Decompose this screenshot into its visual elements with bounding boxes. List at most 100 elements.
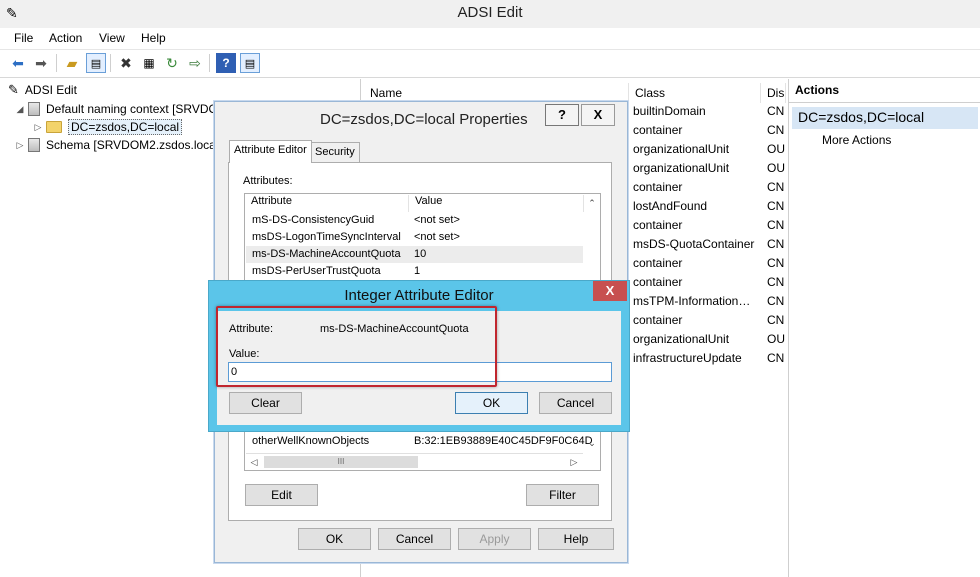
back-icon[interactable]: ⬅ — [8, 53, 28, 73]
dis-cell[interactable]: CN — [767, 218, 784, 232]
attributes-label: Attributes: — [243, 175, 293, 187]
editor-title: Integer Attribute Editor — [344, 287, 494, 304]
export-icon[interactable]: ⇨ — [185, 53, 205, 73]
class-cell[interactable]: organizationalUnit — [633, 161, 729, 175]
filter-button[interactable]: Filter — [526, 484, 599, 506]
toolbar-separator — [209, 54, 210, 72]
show-hide-action-icon[interactable]: ▤ — [240, 53, 260, 73]
dis-cell[interactable]: CN — [767, 199, 784, 213]
attribute-cell: ms-DS-MachineAccountQuota — [252, 248, 401, 260]
attribute-cell: msDS-LogonTimeSyncInterval — [252, 231, 401, 243]
dis-cell[interactable]: CN — [767, 123, 784, 137]
help-icon[interactable]: ? — [216, 53, 236, 73]
actions-selected-object[interactable]: DC=zsdos,DC=local — [792, 107, 978, 129]
actions-pane: Actions DC=zsdos,DC=local More Actions — [788, 79, 980, 577]
table-row[interactable]: msDS-PerUserTrustQuota 1 — [246, 263, 583, 280]
attribute-cell: msDS-PerUserTrustQuota — [252, 265, 381, 277]
class-cell[interactable]: msTPM-Information… — [633, 294, 750, 308]
properties-icon[interactable]: ▦ — [139, 53, 159, 73]
table-row[interactable]: msDS-LogonTimeSyncInterval <not set> — [246, 229, 583, 246]
tree-item-dc-zsdos[interactable]: ▷ DC=zsdos,DC=local — [33, 118, 183, 136]
folder-icon — [46, 121, 62, 133]
dis-cell[interactable]: CN — [767, 180, 784, 194]
properties-title: DC=zsdos,DC=local Properties — [320, 111, 528, 128]
clear-button[interactable]: Clear — [229, 392, 302, 414]
ok-button[interactable]: OK — [298, 528, 371, 550]
refresh-icon[interactable]: ↻ — [162, 53, 182, 73]
column-class[interactable]: Class — [629, 83, 761, 103]
cancel-button[interactable]: Cancel — [539, 392, 612, 414]
scroll-thumb[interactable]: III — [264, 456, 418, 468]
class-cell[interactable]: container — [633, 180, 682, 194]
help-button[interactable]: Help — [538, 528, 614, 550]
expand-triangle-icon[interactable]: ▷ — [33, 122, 43, 133]
class-cell[interactable]: infrastructureUpdate — [633, 351, 742, 365]
menu-file[interactable]: File — [14, 31, 33, 45]
close-button[interactable]: X — [593, 281, 627, 301]
class-cell[interactable]: organizationalUnit — [633, 332, 729, 346]
class-cell[interactable]: msDS-QuotaContainer — [633, 237, 754, 251]
dis-cell[interactable]: OU — [767, 332, 785, 346]
dis-cell[interactable]: OU — [767, 161, 785, 175]
class-cell[interactable]: organizationalUnit — [633, 142, 729, 156]
column-name[interactable]: Name — [364, 83, 629, 103]
column-value[interactable]: Value — [409, 195, 584, 212]
menu-action[interactable]: Action — [49, 31, 82, 45]
horizontal-scrollbar[interactable]: ◁ III ▷ — [246, 453, 583, 470]
forward-icon[interactable]: ➡ — [31, 53, 51, 73]
tree-item-label: Default naming context [SRVDO — [46, 102, 218, 116]
dis-cell[interactable]: CN — [767, 294, 784, 308]
dis-cell[interactable]: CN — [767, 313, 784, 327]
tree-item-default-naming-context[interactable]: ◢ Default naming context [SRVDO — [15, 100, 218, 118]
dis-cell[interactable]: CN — [767, 237, 784, 251]
dis-cell[interactable]: CN — [767, 351, 784, 365]
tree-root[interactable]: ✎ ADSI Edit — [8, 81, 77, 99]
toolbar-separator — [56, 54, 57, 72]
class-cell[interactable]: builtinDomain — [633, 104, 706, 118]
expand-triangle-icon[interactable]: ▷ — [15, 140, 25, 151]
menu-bar: File Action View Help — [0, 28, 980, 50]
scroll-left-icon[interactable]: ◁ — [246, 454, 262, 470]
menu-view[interactable]: View — [99, 31, 125, 45]
dis-cell[interactable]: CN — [767, 275, 784, 289]
class-cell[interactable]: container — [633, 123, 682, 137]
table-row[interactable]: ms-DS-MachineAccountQuota 10 — [246, 246, 583, 263]
scroll-up-icon[interactable]: ⌃ — [584, 195, 600, 211]
ok-button[interactable]: OK — [455, 392, 528, 414]
tree-item-label: Schema [SRVDOM2.zsdos.local — [46, 138, 219, 152]
server-icon — [28, 138, 40, 152]
scroll-down-icon[interactable]: ⌄ — [584, 435, 600, 451]
delete-icon[interactable]: ✖ — [116, 53, 136, 73]
help-caption-button[interactable]: ? — [545, 104, 579, 126]
cancel-button[interactable]: Cancel — [378, 528, 451, 550]
tree-item-schema[interactable]: ▷ Schema [SRVDOM2.zsdos.local — [15, 136, 219, 154]
close-caption-button[interactable]: X — [581, 104, 615, 126]
dis-cell[interactable]: OU — [767, 142, 785, 156]
class-cell[interactable]: container — [633, 313, 682, 327]
attribute-cell: mS-DS-ConsistencyGuid — [252, 214, 375, 226]
value-cell: 10 — [414, 248, 427, 260]
server-icon — [28, 102, 40, 116]
collapse-triangle-icon[interactable]: ◢ — [15, 104, 25, 115]
class-cell[interactable]: lostAndFound — [633, 199, 707, 213]
table-row[interactable]: otherWellKnownObjects B:32:1EB93889E40C4… — [246, 433, 593, 450]
up-folder-icon[interactable]: ▰ — [62, 53, 82, 73]
edit-button[interactable]: Edit — [245, 484, 318, 506]
column-attribute[interactable]: Attribute — [245, 195, 409, 212]
table-row[interactable]: mS-DS-ConsistencyGuid <not set> — [246, 212, 583, 229]
value-cell: <not set> — [414, 214, 460, 226]
tab-security[interactable]: Security — [310, 142, 360, 162]
class-cell[interactable]: container — [633, 256, 682, 270]
tab-attribute-editor[interactable]: Attribute Editor — [229, 140, 312, 163]
more-actions-link[interactable]: More Actions — [822, 133, 891, 147]
apply-button[interactable]: Apply — [458, 528, 531, 550]
class-cell[interactable]: container — [633, 275, 682, 289]
class-cell[interactable]: container — [633, 218, 682, 232]
toolbar: ⬅ ➡ ▰ ▤ ✖ ▦ ↻ ⇨ ? ▤ — [0, 50, 980, 78]
column-dis[interactable]: Dis — [761, 83, 786, 103]
show-hide-tree-icon[interactable]: ▤ — [86, 53, 106, 73]
dis-cell[interactable]: CN — [767, 256, 784, 270]
dis-cell[interactable]: CN — [767, 104, 784, 118]
scroll-right-icon[interactable]: ▷ — [566, 454, 582, 470]
menu-help[interactable]: Help — [141, 31, 166, 45]
